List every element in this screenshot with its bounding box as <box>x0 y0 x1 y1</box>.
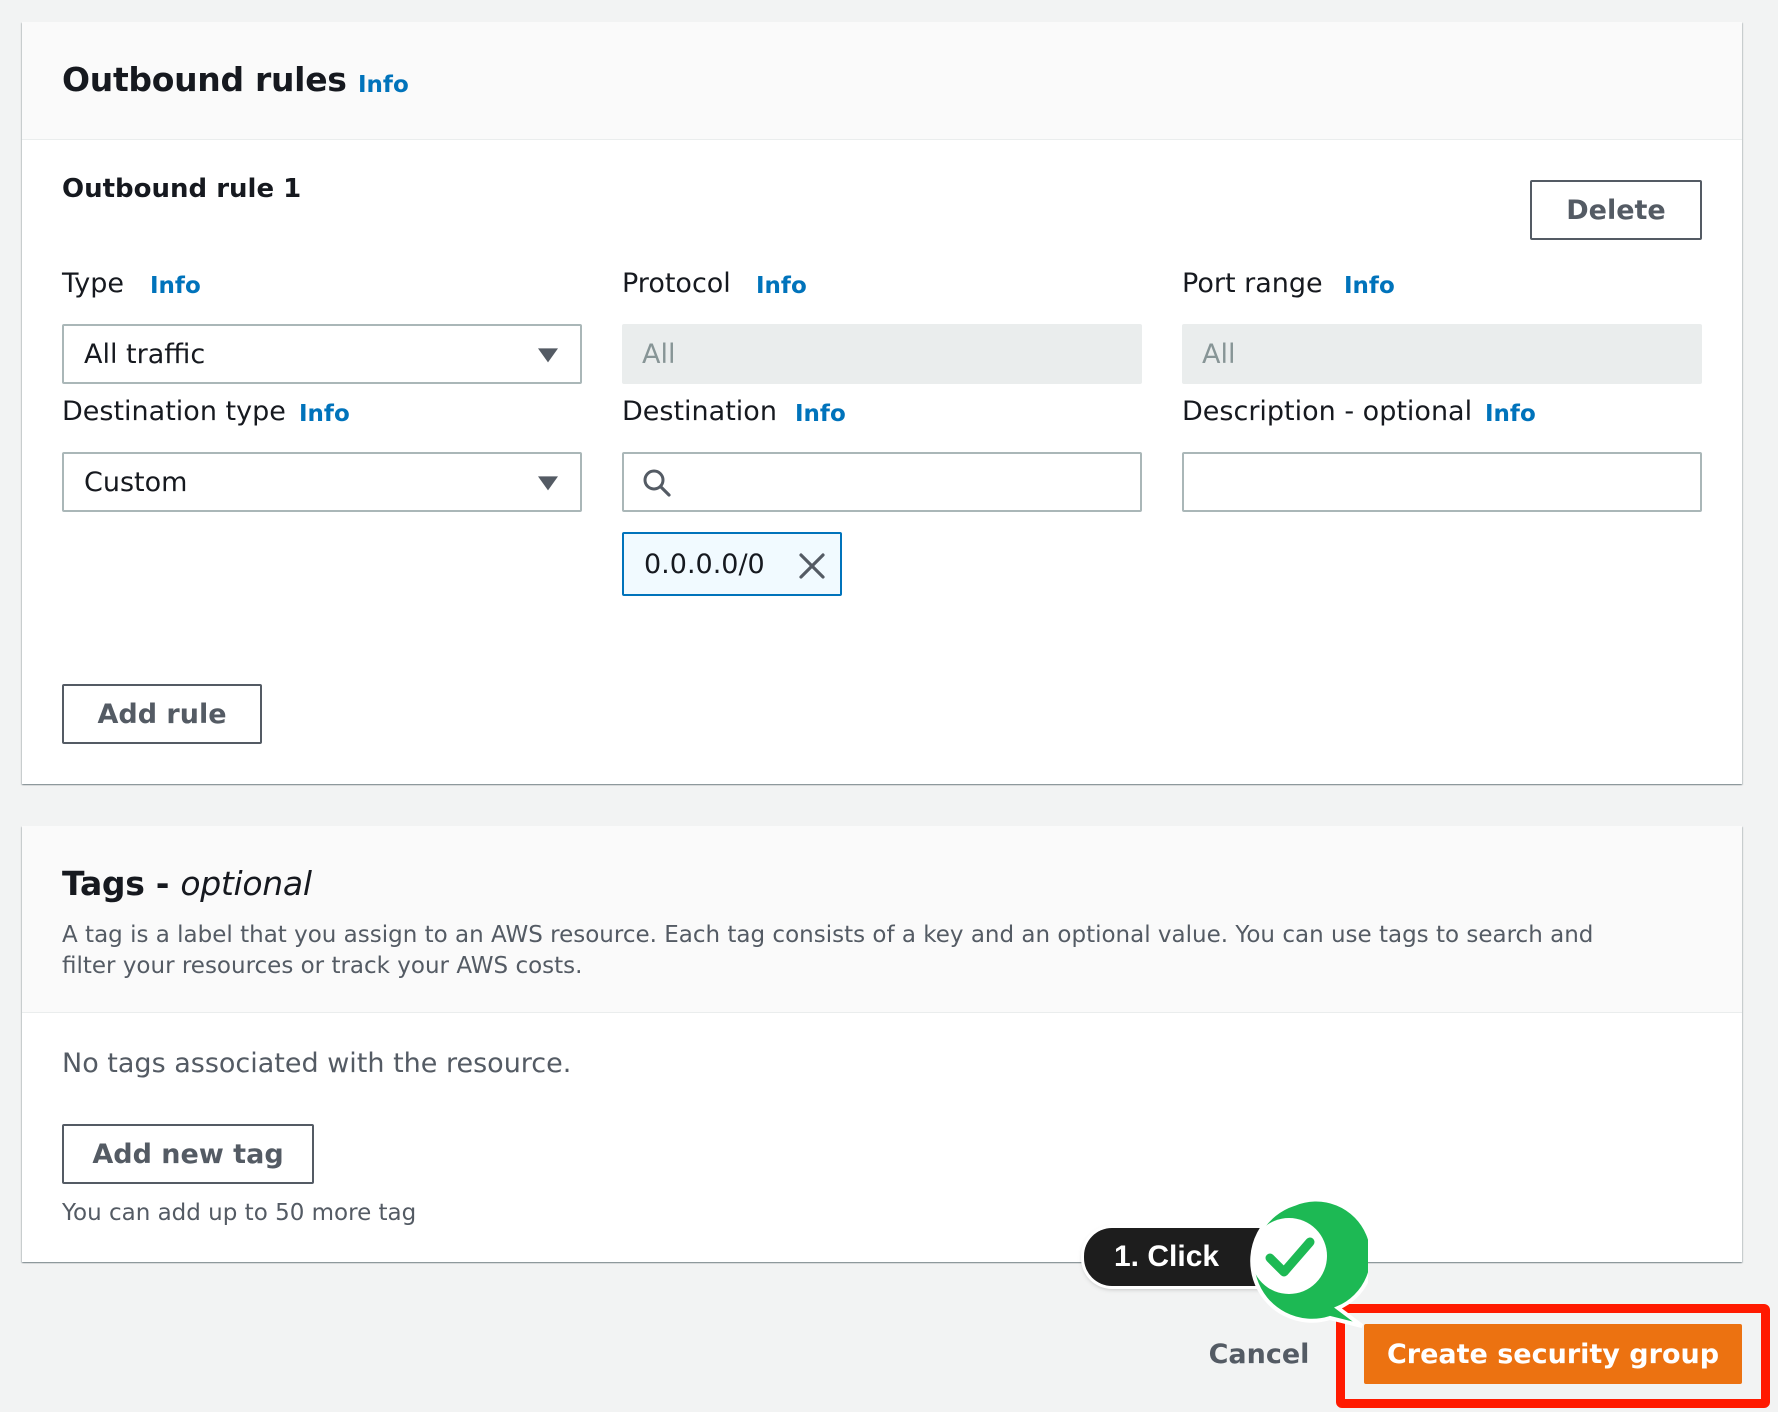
destination-type-select-value: Custom <box>84 466 188 498</box>
description-label: Description - optional <box>1182 396 1473 427</box>
close-icon[interactable] <box>798 552 826 580</box>
protocol-value: All <box>642 338 676 370</box>
create-security-group-button[interactable]: Create security group <box>1364 1324 1742 1384</box>
tags-panel: Tags - optional A tag is a label that yo… <box>22 826 1742 1262</box>
destination-type-label: Destination type <box>62 396 286 427</box>
port-range-info-link[interactable]: Info <box>1344 273 1395 299</box>
protocol-info-link[interactable]: Info <box>756 273 807 299</box>
port-range-field: All <box>1182 324 1702 384</box>
type-label: Type <box>62 268 125 299</box>
add-rule-button[interactable]: Add rule <box>62 684 262 744</box>
check-marker-icon <box>1250 1198 1368 1328</box>
description-info-link[interactable]: Info <box>1485 401 1536 427</box>
outbound-rule-title: Outbound rule 1 <box>62 174 302 204</box>
destination-type-info-link[interactable]: Info <box>299 401 350 427</box>
destination-token: 0.0.0.0/0 <box>622 532 842 596</box>
description-input[interactable] <box>1182 452 1702 512</box>
caret-down-icon <box>538 348 558 363</box>
tags-description: A tag is a label that you assign to an A… <box>62 922 1594 979</box>
caret-down-icon <box>538 476 558 491</box>
destination-search-input[interactable] <box>622 452 1142 512</box>
outbound-rules-header: Outbound rules Info <box>22 22 1742 140</box>
type-info-link[interactable]: Info <box>150 273 201 299</box>
type-select[interactable]: All traffic <box>62 324 582 384</box>
port-range-value: All <box>1202 338 1236 370</box>
port-range-label: Port range <box>1182 268 1323 299</box>
protocol-field: All <box>622 324 1142 384</box>
search-icon <box>643 469 671 497</box>
delete-rule-button[interactable]: Delete <box>1530 180 1702 240</box>
outbound-rules-panel: Outbound rules Info Outbound rule 1 Dele… <box>22 22 1742 784</box>
add-new-tag-button[interactable]: Add new tag <box>62 1124 314 1184</box>
destination-search-wrapper <box>622 452 1142 512</box>
destination-type-select[interactable]: Custom <box>62 452 582 512</box>
protocol-label: Protocol <box>622 268 731 299</box>
tags-title: Tags - optional <box>62 864 312 903</box>
no-tags-text: No tags associated with the resource. <box>62 1048 572 1079</box>
destination-info-link[interactable]: Info <box>795 401 846 427</box>
outbound-rules-info-link[interactable]: Info <box>358 72 409 98</box>
step-callout-label: 1. Click <box>1114 1240 1220 1273</box>
type-select-value: All traffic <box>84 338 206 370</box>
destination-label: Destination <box>622 396 777 427</box>
outbound-rules-title: Outbound rules <box>62 60 347 99</box>
tags-header: Tags - optional A tag is a label that yo… <box>22 826 1742 1013</box>
tag-limit-text: You can add up to 50 more tag <box>62 1200 417 1226</box>
destination-token-value: 0.0.0.0/0 <box>644 548 765 580</box>
tags-title-optional: optional <box>180 864 312 903</box>
tags-title-main: Tags - <box>62 864 181 903</box>
